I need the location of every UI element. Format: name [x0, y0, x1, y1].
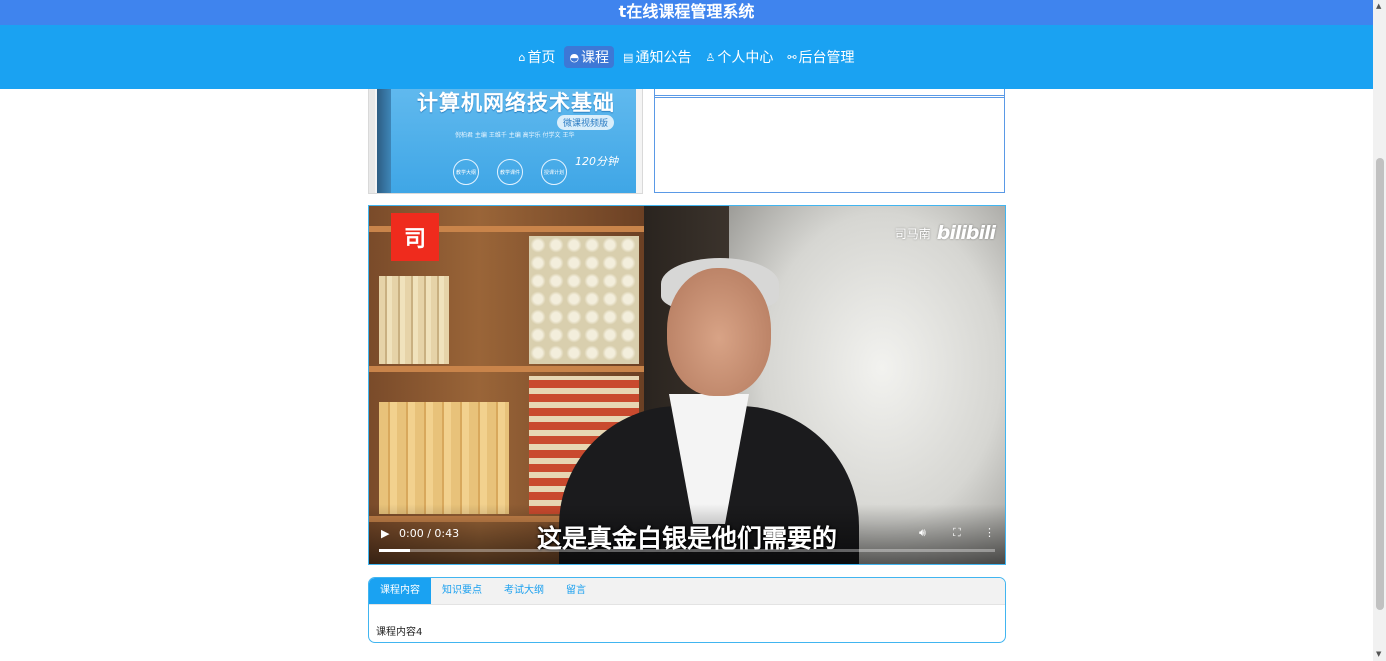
bilibili-logo-icon: bilibili	[936, 222, 996, 244]
tab-exam-outline[interactable]: 考试大纲	[493, 578, 555, 604]
tab-course-content[interactable]: 课程内容	[369, 578, 431, 604]
book-tag: 微课视频版	[556, 115, 614, 130]
book-circle: 教学课件	[497, 159, 523, 185]
scrollbar-thumb[interactable]	[1376, 158, 1384, 610]
cover-edge	[369, 89, 375, 193]
tab-content-text: 课程内容4	[376, 627, 423, 638]
book-authors: 倪柏君 主编 王维千 主编 高宇乐 付学文 王华	[455, 132, 575, 139]
fullscreen-icon[interactable]: ⛶	[953, 526, 961, 540]
user-icon: ♙	[705, 50, 716, 64]
nav-item-label: 个人中心	[717, 50, 774, 66]
nav-item-notice[interactable]: ▤ 通知公告	[618, 46, 696, 68]
video-time: 0:00 / 0:43	[399, 527, 460, 540]
nav-item-course[interactable]: ◓ 课程	[564, 46, 615, 68]
scroll-up-icon[interactable]: ▲	[1376, 2, 1381, 10]
scrolls	[529, 236, 639, 364]
watermark-name: 司马南	[894, 226, 931, 241]
channel-logo: 司	[391, 213, 439, 261]
books	[379, 402, 509, 514]
home-icon: ⌂	[518, 50, 526, 64]
app-title-bar: t在线课程管理系统	[0, 0, 1373, 25]
nav-item-label: 通知公告	[635, 50, 692, 66]
books	[379, 276, 449, 364]
course-icon: ◓	[569, 50, 580, 64]
tab-comments[interactable]: 留言	[555, 578, 597, 604]
book-badge: 120分钟	[575, 155, 618, 168]
video-progress-bar[interactable]	[379, 549, 995, 552]
course-cover-card: 计算机网络技术基础 微课视频版 倪柏君 主编 王维千 主编 高宇乐 付学文 王华…	[368, 89, 643, 194]
nav-item-label: 后台管理	[798, 50, 855, 66]
nav-item-home[interactable]: ⌂ 首页	[513, 46, 560, 68]
nav-item-admin[interactable]: ⚯ 后台管理	[782, 46, 859, 68]
book-circle: 教学大纲	[453, 159, 479, 185]
scroll-down-icon[interactable]: ▼	[1376, 650, 1381, 658]
play-icon[interactable]: ▶	[381, 527, 389, 540]
video-progress-fill	[379, 549, 410, 552]
tab-knowledge-points[interactable]: 知识要点	[431, 578, 493, 604]
page-scrollbar[interactable]: ▲ ▼	[1373, 0, 1386, 661]
shelf	[369, 366, 644, 372]
course-info-card	[654, 89, 1005, 193]
info-divider	[655, 95, 1004, 96]
app-title: t在线课程管理系统	[618, 2, 755, 21]
speaker-head	[667, 268, 771, 396]
book-feature-circles: 教学大纲 教学课件 授课计划	[453, 159, 567, 185]
course-cover-image: 计算机网络技术基础 微课视频版 倪柏君 主编 王维千 主编 高宇乐 付学文 王华…	[377, 89, 636, 193]
tabs-header: 课程内容 知识要点 考试大纲 留言	[369, 578, 1005, 605]
volume-icon[interactable]: 🔊︎	[919, 526, 926, 540]
notice-icon: ▤	[623, 50, 634, 64]
nav-item-label: 首页	[527, 50, 556, 66]
book-spine	[377, 89, 391, 193]
book-title: 计算机网络技术基础	[417, 91, 615, 115]
book-circle: 授课计划	[541, 159, 567, 185]
nav-item-profile[interactable]: ♙ 个人中心	[700, 46, 778, 68]
nav-item-label: 课程	[581, 50, 610, 66]
main-nav: ⌂ 首页 ◓ 课程 ▤ 通知公告 ♙ 个人中心 ⚯ 后台管理	[0, 25, 1373, 89]
info-divider	[655, 97, 1004, 98]
link-icon: ⚯	[787, 50, 797, 64]
video-watermark: 司马南 bilibili	[894, 222, 996, 244]
video-player[interactable]: 司 司马南 bilibili 这是真金白银是他们需要的 ▶ 0:00 / 0:4…	[368, 205, 1006, 565]
more-options-icon[interactable]: ⋮	[984, 526, 995, 539]
course-tabs-panel: 课程内容 知识要点 考试大纲 留言 课程内容4	[368, 577, 1006, 643]
